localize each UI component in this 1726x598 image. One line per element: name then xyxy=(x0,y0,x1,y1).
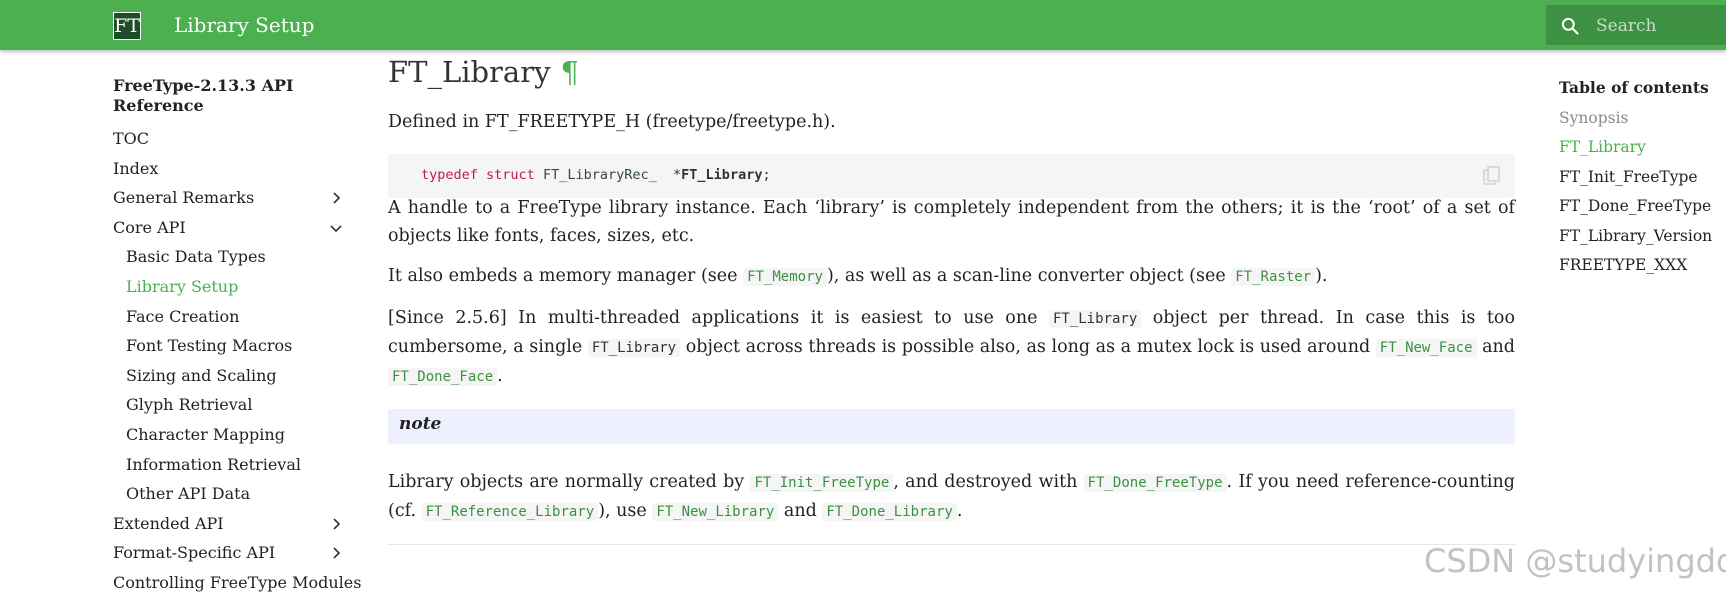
sidebar-item-character-mapping[interactable]: Character Mapping xyxy=(113,420,343,450)
sidebar-item-font-testing-macros[interactable]: Font Testing Macros xyxy=(113,331,343,361)
sidebar-item-sizing-and-scaling[interactable]: Sizing and Scaling xyxy=(113,361,343,391)
sidebar-item-extended-api[interactable]: Extended API xyxy=(113,509,343,539)
sidebar-item-other-api-data[interactable]: Other API Data xyxy=(113,479,343,509)
ft-done-freetype-link[interactable]: FT_Done_FreeType xyxy=(1083,474,1227,492)
code-block: typedef struct FT_LibraryRec_ *FT_Librar… xyxy=(388,154,1515,198)
sidebar-item-label: General Remarks xyxy=(113,188,255,208)
para-text: and xyxy=(1476,337,1515,357)
sidebar-item-label: Extended API xyxy=(113,513,224,533)
sidebar-item-label: Character Mapping xyxy=(126,424,285,444)
para-text: ), use xyxy=(598,501,653,521)
heading-text: FT_Library xyxy=(388,55,551,89)
page-title: Library Setup xyxy=(174,13,315,37)
sidebar-item-library-setup[interactable]: Library Setup xyxy=(113,272,343,302)
divider xyxy=(388,544,1515,545)
defined-in-text: Defined in FT_FREETYPE_H (freetype/freet… xyxy=(388,112,836,132)
search-input[interactable] xyxy=(1594,5,1726,47)
threading-paragraph: [Since 2.5.6] In multi-threaded applicat… xyxy=(388,304,1515,391)
table-of-contents: Table of contents Synopsis FT_Library FT… xyxy=(1559,76,1726,283)
sidebar-item-label: Basic Data Types xyxy=(126,247,266,267)
watermark-text: CSDN @studyingdda xyxy=(1424,542,1726,580)
ft-new-face-link[interactable]: FT_New_Face xyxy=(1375,339,1477,357)
code-keyword: typedef xyxy=(421,167,478,183)
code-pointer: * xyxy=(673,167,682,183)
code-identifier: FT_Library xyxy=(681,167,763,183)
sidebar-item-label: Information Retrieval xyxy=(126,454,301,474)
code-type: FT_LibraryRec_ xyxy=(542,167,657,183)
para-text: It also embeds a memory manager (see xyxy=(388,266,744,286)
search-icon[interactable] xyxy=(1560,16,1580,36)
para-text: , and destroyed with xyxy=(893,472,1084,492)
ft-library-code: FT_Library xyxy=(587,339,681,357)
section-heading: FT_Library ¶ xyxy=(388,52,579,92)
para-text: ). xyxy=(1315,266,1328,286)
sidebar-item-information-retrieval[interactable]: Information Retrieval xyxy=(113,450,343,480)
ft-done-library-link[interactable]: FT_Done_Library xyxy=(822,503,957,521)
chevron-down-icon[interactable] xyxy=(329,221,343,235)
code-line: typedef struct FT_LibraryRec_ *FT_Librar… xyxy=(421,167,771,183)
sidebar-item-label: Glyph Retrieval xyxy=(126,395,253,415)
sidebar-item-index[interactable]: Index xyxy=(113,154,343,184)
para-text: . xyxy=(497,366,503,386)
sidebar-item-label: Font Testing Macros xyxy=(126,336,293,356)
ft-raster-link[interactable]: FT_Raster xyxy=(1231,268,1316,286)
code-semicolon: ; xyxy=(762,167,771,183)
toc-title: Table of contents xyxy=(1559,78,1709,97)
sidebar-item-label: Controlling FreeType Modules xyxy=(113,572,362,592)
memory-paragraph: It also embeds a memory manager (see FT_… xyxy=(388,262,1515,291)
toc-item-ft-library[interactable]: FT_Library xyxy=(1559,135,1726,165)
ft-init-freetype-link[interactable]: FT_Init_FreeType xyxy=(750,474,894,492)
note-box: note xyxy=(388,409,1515,444)
sidebar-title[interactable]: FreeType-2.13.3 API Reference xyxy=(113,76,343,116)
description-paragraph: A handle to a FreeType library instance.… xyxy=(388,198,1515,246)
sidebar-item-label: Index xyxy=(113,158,159,178)
ft-reference-library-link[interactable]: FT_Reference_Library xyxy=(421,503,599,521)
para-text: . xyxy=(956,501,963,521)
sidebar-item-core-api[interactable]: Core API xyxy=(113,213,343,243)
chevron-right-icon[interactable] xyxy=(329,191,343,205)
chevron-right-icon[interactable] xyxy=(329,517,343,531)
search-box[interactable] xyxy=(1546,5,1726,47)
sidebar-item-basic-data-types[interactable]: Basic Data Types xyxy=(113,242,343,272)
sidebar-item-general-remarks[interactable]: General Remarks xyxy=(113,183,343,213)
sidebar-item-label: Core API xyxy=(113,217,186,237)
chevron-right-icon[interactable] xyxy=(329,546,343,560)
ft-done-face-link[interactable]: FT_Done_Face xyxy=(388,368,498,386)
copy-icon[interactable] xyxy=(1483,166,1501,186)
top-header-bar: FT Library Setup xyxy=(0,0,1726,50)
sidebar-item-label: TOC xyxy=(113,129,150,148)
toc-item-synopsis[interactable]: Synopsis xyxy=(1559,106,1726,136)
sidebar-item-toc[interactable]: TOC xyxy=(113,124,343,154)
sidebar-item-face-creation[interactable]: Face Creation xyxy=(113,302,343,332)
para-text: and xyxy=(778,501,823,521)
sidebar-item-format-specific-api[interactable]: Format-Specific API xyxy=(113,538,343,568)
toc-item-ft-init-freetype[interactable]: FT_Init_FreeType xyxy=(1559,165,1726,195)
left-navigation: FreeType-2.13.3 API Reference TOC Index … xyxy=(113,76,361,598)
sidebar-item-label: Library Setup xyxy=(126,276,239,296)
ft-new-library-link[interactable]: FT_New_Library xyxy=(652,503,779,521)
code-keyword: struct xyxy=(486,167,535,183)
sidebar-item-label: Format-Specific API xyxy=(113,543,276,563)
note-paragraph: Library objects are normally created by … xyxy=(388,468,1515,526)
sidebar-item-glyph-retrieval[interactable]: Glyph Retrieval xyxy=(113,390,343,420)
permalink-anchor[interactable]: ¶ xyxy=(560,55,578,89)
freetype-logo[interactable]: FT xyxy=(113,12,141,40)
sidebar-item-controlling-freetype-modules[interactable]: Controlling FreeType Modules xyxy=(113,568,361,598)
ft-memory-link[interactable]: FT_Memory xyxy=(743,268,827,286)
para-text: ), as well as a scan-line converter obje… xyxy=(826,266,1232,286)
sidebar-item-label: Other API Data xyxy=(126,484,251,504)
toc-item-freetype-xxx[interactable]: FREETYPE_XXX xyxy=(1559,253,1726,283)
para-text: object across threads is possible also, … xyxy=(680,337,1376,357)
para-text: [Since 2.5.6] In multi-threaded applicat… xyxy=(388,308,1049,328)
toc-item-ft-library-version[interactable]: FT_Library_Version xyxy=(1559,224,1726,254)
ft-library-code: FT_Library xyxy=(1048,310,1142,328)
para-text: Library objects are normally created by xyxy=(388,472,751,492)
sidebar-item-label: Sizing and Scaling xyxy=(126,365,277,385)
sidebar-item-label: Face Creation xyxy=(126,306,240,326)
note-label: note xyxy=(399,414,442,434)
toc-item-ft-done-freetype[interactable]: FT_Done_FreeType xyxy=(1559,194,1726,224)
